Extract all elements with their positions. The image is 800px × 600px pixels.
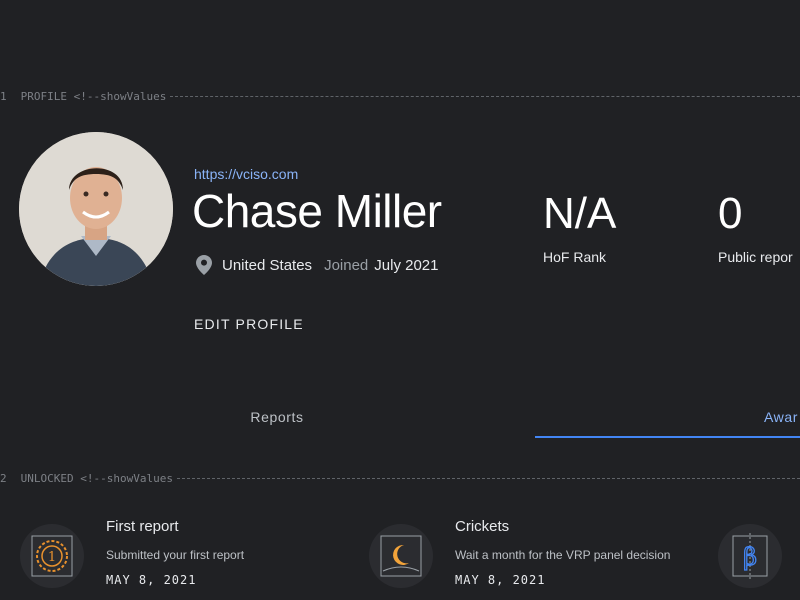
section-index: 2 (0, 471, 7, 485)
svg-text:β: β (743, 543, 757, 571)
profile-meta: United States Joined July 2021 (196, 255, 438, 275)
award-description: Submitted your first report (106, 548, 245, 562)
award-badge: β (718, 524, 782, 588)
award-date: MAY 8, 2021 (106, 573, 197, 587)
svg-text:1: 1 (48, 550, 56, 565)
unlocked-section-rule: 2 UNLOCKED <!--showValues (0, 471, 800, 485)
section-divider (176, 478, 800, 479)
award-badge: 1 (20, 524, 84, 588)
award-description: Wait a month for the VRP panel decision (455, 548, 671, 562)
website-link[interactable]: https://vciso.com (194, 166, 298, 182)
public-reports-label: Public repor (718, 249, 793, 265)
crescent-moon-icon (380, 535, 422, 577)
section-divider (170, 96, 800, 97)
edit-profile-button[interactable]: EDIT PROFILE (194, 316, 304, 332)
tab-reports[interactable]: Reports (20, 396, 534, 438)
award-title: Crickets (455, 518, 510, 535)
hof-rank-label: HoF Rank (543, 249, 607, 265)
award-title: First report (106, 518, 179, 535)
joined-label: Joined (324, 256, 369, 274)
profile-name: Chase Miller (192, 185, 442, 237)
beta-icon: β (732, 533, 768, 579)
joined-date: July 2021 (374, 256, 439, 274)
active-tab-indicator (535, 436, 800, 438)
section-index: 1 (0, 89, 7, 103)
award-date: MAY 8, 2021 (455, 573, 546, 587)
map-pin-icon (196, 255, 212, 275)
award-badge (369, 524, 433, 588)
section-label: PROFILE <!--showValues (20, 89, 167, 103)
public-reports-value: 0 (718, 189, 743, 238)
tab-awards-label: Awar (764, 409, 799, 425)
hof-rank-value: N/A (543, 189, 617, 238)
section-label: UNLOCKED <!--showValues (20, 471, 173, 485)
profile-tabs: Reports Awar (0, 396, 800, 440)
profile-country: United States (222, 256, 313, 274)
avatar (19, 132, 173, 286)
medal-icon: 1 (31, 535, 73, 577)
tab-awards[interactable]: Awar (535, 396, 800, 438)
tab-reports-label: Reports (250, 409, 304, 425)
person-avatar-icon (19, 132, 173, 286)
profile-section-rule: 1 PROFILE <!--showValues (0, 89, 800, 103)
